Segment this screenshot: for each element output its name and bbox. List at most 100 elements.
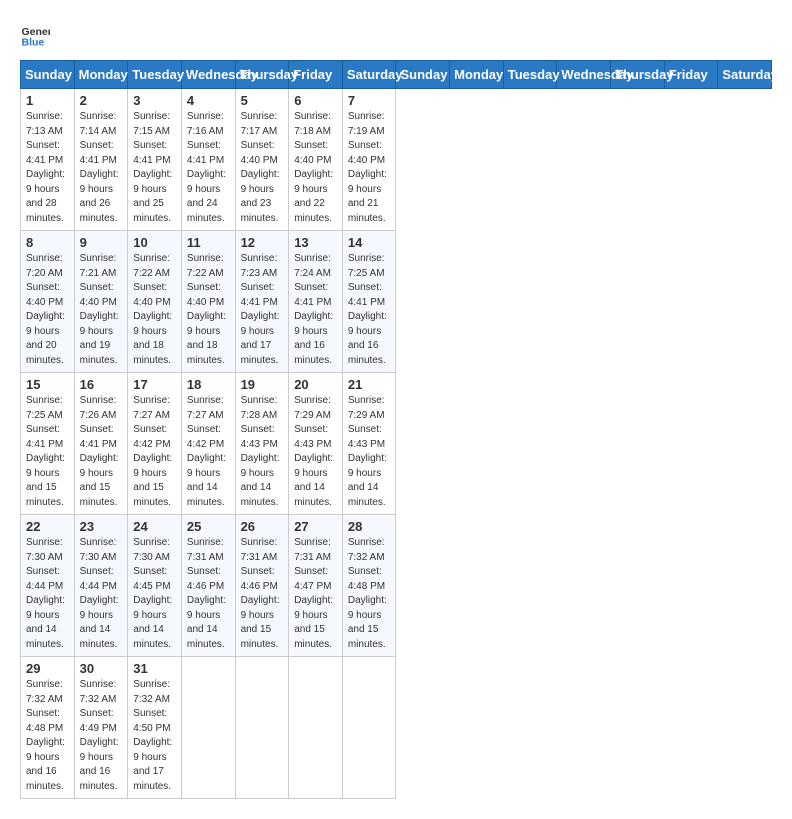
day-number: 8 [26,235,69,250]
calendar-cell: 2 Sunrise: 7:14 AMSunset: 4:41 PMDayligh… [74,89,128,231]
day-info: Sunrise: 7:32 AMSunset: 4:48 PMDaylight:… [26,679,65,792]
day-number: 5 [241,93,284,108]
calendar-cell: 15 Sunrise: 7:25 AMSunset: 4:41 PMDaylig… [21,373,75,515]
calendar-cell: 7 Sunrise: 7:19 AMSunset: 4:40 PMDayligh… [342,89,396,231]
day-info: Sunrise: 7:29 AMSunset: 4:43 PMDaylight:… [294,395,333,508]
day-info: Sunrise: 7:25 AMSunset: 4:41 PMDaylight:… [348,253,387,366]
col-header-thursday: Thursday [611,61,665,89]
day-info: Sunrise: 7:28 AMSunset: 4:43 PMDaylight:… [241,395,280,508]
day-info: Sunrise: 7:31 AMSunset: 4:46 PMDaylight:… [241,537,280,650]
calendar-cell: 31 Sunrise: 7:32 AMSunset: 4:50 PMDaylig… [128,657,182,799]
day-number: 11 [187,235,230,250]
day-number: 30 [80,661,123,676]
day-number: 29 [26,661,69,676]
day-info: Sunrise: 7:22 AMSunset: 4:40 PMDaylight:… [133,253,172,366]
day-number: 12 [241,235,284,250]
calendar-cell: 21 Sunrise: 7:29 AMSunset: 4:43 PMDaylig… [342,373,396,515]
calendar-week-row: 8 Sunrise: 7:20 AMSunset: 4:40 PMDayligh… [21,231,772,373]
day-number: 10 [133,235,176,250]
day-info: Sunrise: 7:32 AMSunset: 4:50 PMDaylight:… [133,679,172,792]
day-number: 3 [133,93,176,108]
calendar-cell: 17 Sunrise: 7:27 AMSunset: 4:42 PMDaylig… [128,373,182,515]
calendar-cell: 5 Sunrise: 7:17 AMSunset: 4:40 PMDayligh… [235,89,289,231]
day-info: Sunrise: 7:18 AMSunset: 4:40 PMDaylight:… [294,111,333,224]
calendar-cell [235,657,289,799]
calendar-cell: 25 Sunrise: 7:31 AMSunset: 4:46 PMDaylig… [181,515,235,657]
col-header-tuesday: Tuesday [128,61,182,89]
calendar-cell [181,657,235,799]
day-info: Sunrise: 7:20 AMSunset: 4:40 PMDaylight:… [26,253,65,366]
calendar-cell: 16 Sunrise: 7:26 AMSunset: 4:41 PMDaylig… [74,373,128,515]
calendar-cell: 19 Sunrise: 7:28 AMSunset: 4:43 PMDaylig… [235,373,289,515]
calendar-cell: 29 Sunrise: 7:32 AMSunset: 4:48 PMDaylig… [21,657,75,799]
day-info: Sunrise: 7:26 AMSunset: 4:41 PMDaylight:… [80,395,119,508]
col-header-saturday: Saturday [342,61,396,89]
calendar-cell: 26 Sunrise: 7:31 AMSunset: 4:46 PMDaylig… [235,515,289,657]
col-header-friday: Friday [664,61,718,89]
calendar-cell: 22 Sunrise: 7:30 AMSunset: 4:44 PMDaylig… [21,515,75,657]
calendar-cell: 11 Sunrise: 7:22 AMSunset: 4:40 PMDaylig… [181,231,235,373]
calendar-cell: 27 Sunrise: 7:31 AMSunset: 4:47 PMDaylig… [289,515,343,657]
day-info: Sunrise: 7:27 AMSunset: 4:42 PMDaylight:… [187,395,226,508]
calendar-cell: 23 Sunrise: 7:30 AMSunset: 4:44 PMDaylig… [74,515,128,657]
col-header-saturday: Saturday [718,61,772,89]
day-number: 16 [80,377,123,392]
calendar-cell: 8 Sunrise: 7:20 AMSunset: 4:40 PMDayligh… [21,231,75,373]
header: General Blue [20,20,772,50]
logo-icon: General Blue [20,20,50,50]
day-number: 24 [133,519,176,534]
calendar-cell: 28 Sunrise: 7:32 AMSunset: 4:48 PMDaylig… [342,515,396,657]
day-info: Sunrise: 7:22 AMSunset: 4:40 PMDaylight:… [187,253,226,366]
day-info: Sunrise: 7:24 AMSunset: 4:41 PMDaylight:… [294,253,333,366]
day-number: 15 [26,377,69,392]
day-info: Sunrise: 7:13 AMSunset: 4:41 PMDaylight:… [26,111,65,224]
day-info: Sunrise: 7:27 AMSunset: 4:42 PMDaylight:… [133,395,172,508]
calendar-cell: 1 Sunrise: 7:13 AMSunset: 4:41 PMDayligh… [21,89,75,231]
calendar-cell: 24 Sunrise: 7:30 AMSunset: 4:45 PMDaylig… [128,515,182,657]
day-info: Sunrise: 7:32 AMSunset: 4:49 PMDaylight:… [80,679,119,792]
day-info: Sunrise: 7:23 AMSunset: 4:41 PMDaylight:… [241,253,280,366]
day-number: 25 [187,519,230,534]
day-number: 4 [187,93,230,108]
day-info: Sunrise: 7:30 AMSunset: 4:45 PMDaylight:… [133,537,172,650]
day-number: 17 [133,377,176,392]
day-info: Sunrise: 7:14 AMSunset: 4:41 PMDaylight:… [80,111,119,224]
day-info: Sunrise: 7:31 AMSunset: 4:47 PMDaylight:… [294,537,333,650]
calendar-cell: 18 Sunrise: 7:27 AMSunset: 4:42 PMDaylig… [181,373,235,515]
calendar-cell: 4 Sunrise: 7:16 AMSunset: 4:41 PMDayligh… [181,89,235,231]
calendar-cell: 12 Sunrise: 7:23 AMSunset: 4:41 PMDaylig… [235,231,289,373]
logo: General Blue [20,20,54,50]
day-number: 18 [187,377,230,392]
calendar-cell: 9 Sunrise: 7:21 AMSunset: 4:40 PMDayligh… [74,231,128,373]
day-number: 7 [348,93,391,108]
day-info: Sunrise: 7:30 AMSunset: 4:44 PMDaylight:… [26,537,65,650]
day-number: 23 [80,519,123,534]
calendar-cell: 20 Sunrise: 7:29 AMSunset: 4:43 PMDaylig… [289,373,343,515]
calendar-week-row: 29 Sunrise: 7:32 AMSunset: 4:48 PMDaylig… [21,657,772,799]
col-header-friday: Friday [289,61,343,89]
day-info: Sunrise: 7:30 AMSunset: 4:44 PMDaylight:… [80,537,119,650]
col-header-thursday: Thursday [235,61,289,89]
calendar-cell: 10 Sunrise: 7:22 AMSunset: 4:40 PMDaylig… [128,231,182,373]
calendar-cell: 30 Sunrise: 7:32 AMSunset: 4:49 PMDaylig… [74,657,128,799]
day-info: Sunrise: 7:15 AMSunset: 4:41 PMDaylight:… [133,111,172,224]
col-header-monday: Monday [450,61,504,89]
calendar-cell [289,657,343,799]
day-number: 6 [294,93,337,108]
col-header-monday: Monday [74,61,128,89]
day-info: Sunrise: 7:29 AMSunset: 4:43 PMDaylight:… [348,395,387,508]
day-number: 21 [348,377,391,392]
day-number: 1 [26,93,69,108]
col-header-sunday: Sunday [21,61,75,89]
day-number: 31 [133,661,176,676]
calendar-cell: 6 Sunrise: 7:18 AMSunset: 4:40 PMDayligh… [289,89,343,231]
day-info: Sunrise: 7:16 AMSunset: 4:41 PMDaylight:… [187,111,226,224]
day-number: 2 [80,93,123,108]
day-info: Sunrise: 7:17 AMSunset: 4:40 PMDaylight:… [241,111,280,224]
calendar-header-row: SundayMondayTuesdayWednesdayThursdayFrid… [21,61,772,89]
col-header-wednesday: Wednesday [557,61,611,89]
col-header-tuesday: Tuesday [503,61,557,89]
calendar-table: SundayMondayTuesdayWednesdayThursdayFrid… [20,60,772,799]
calendar-cell: 14 Sunrise: 7:25 AMSunset: 4:41 PMDaylig… [342,231,396,373]
day-info: Sunrise: 7:32 AMSunset: 4:48 PMDaylight:… [348,537,387,650]
